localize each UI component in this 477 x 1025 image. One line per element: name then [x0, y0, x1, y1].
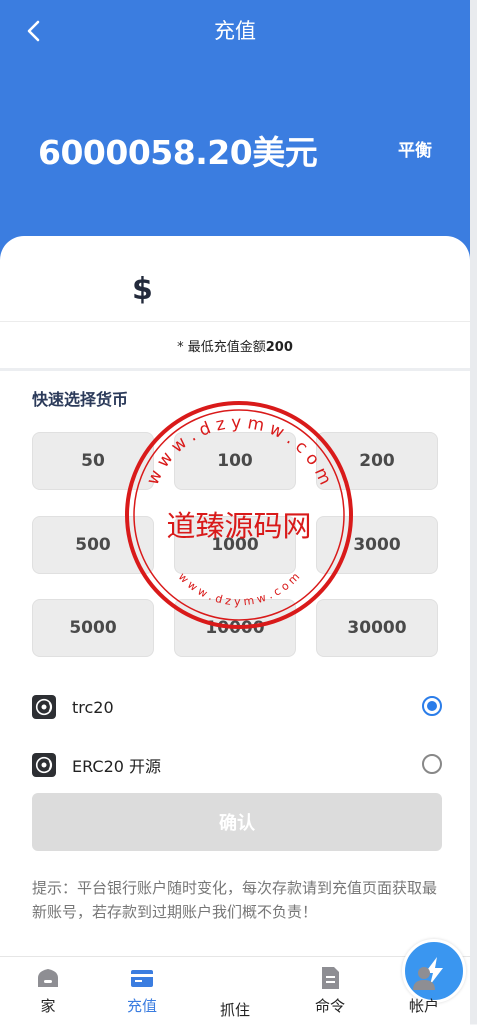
tab-recharge[interactable]: 充值	[102, 965, 182, 1023]
amount-option-30000[interactable]: 30000	[316, 599, 438, 657]
amount-option-10000[interactable]: 10000	[174, 599, 296, 657]
amount-option-100[interactable]: 100	[174, 432, 296, 490]
user-icon	[413, 967, 435, 990]
amount-option-50[interactable]: 50	[32, 432, 154, 490]
payment-method-trc20[interactable]: trc20	[32, 692, 442, 722]
tab-orders[interactable]: 命令	[290, 965, 370, 1023]
balance-amount: 6000058.20美元	[38, 133, 318, 172]
quick-select-title: 快速选择货币	[32, 390, 129, 409]
amount-option-1000[interactable]: 1000	[174, 516, 296, 574]
tab-grab[interactable]: 抓住	[195, 939, 466, 1023]
page-title: 充值	[214, 19, 256, 43]
amount-option-3000[interactable]: 3000	[316, 516, 438, 574]
right-edge	[470, 0, 477, 1024]
card-icon	[131, 970, 153, 987]
tab-home[interactable]: 家	[8, 965, 88, 1023]
recharge-card: $ * 最低充值金额200 快速选择货币 50 100 200 500 1000…	[0, 236, 470, 956]
document-icon	[322, 967, 339, 989]
min-amount-value: 200	[265, 340, 293, 355]
section-divider	[0, 368, 470, 371]
payment-method-label: trc20	[72, 697, 114, 717]
tab-label-orders: 命令	[314, 997, 345, 1015]
coin-icon	[32, 695, 56, 719]
divider	[0, 321, 470, 322]
confirm-button[interactable]: 确认	[32, 793, 442, 851]
header: 充值 6000058.20美元 平衡	[0, 0, 470, 260]
amount-input[interactable]	[170, 272, 434, 314]
tip-text: 提示：平台银行账户随时变化，每次存款请到充值页面获取最新账号，若存款到过期账户我…	[32, 879, 438, 921]
tab-label-account: 帐户	[408, 997, 439, 1015]
radio-checked-icon[interactable]	[422, 696, 442, 716]
radio-unchecked-icon[interactable]	[422, 754, 442, 774]
payment-method-label: ERC20 开源	[72, 757, 162, 776]
amount-option-200[interactable]: 200	[316, 432, 438, 490]
home-icon	[38, 969, 58, 987]
tab-label-recharge: 充值	[126, 997, 157, 1015]
payment-method-erc20[interactable]: ERC20 开源	[32, 750, 442, 780]
amount-option-500[interactable]: 500	[32, 516, 154, 574]
balance-label: 平衡	[398, 141, 432, 161]
amount-option-5000[interactable]: 5000	[32, 599, 154, 657]
dollar-icon: $	[132, 272, 153, 307]
tab-label-home: 家	[40, 997, 56, 1015]
bottom-tab-bar: 家 充值 抓住 命令 帐户	[0, 939, 470, 1025]
min-amount-note: * 最低充值金额200	[177, 340, 293, 355]
coin-icon	[32, 753, 56, 777]
tab-account[interactable]: 帐户	[384, 965, 464, 1023]
tab-label-grab: 抓住	[219, 1001, 250, 1019]
